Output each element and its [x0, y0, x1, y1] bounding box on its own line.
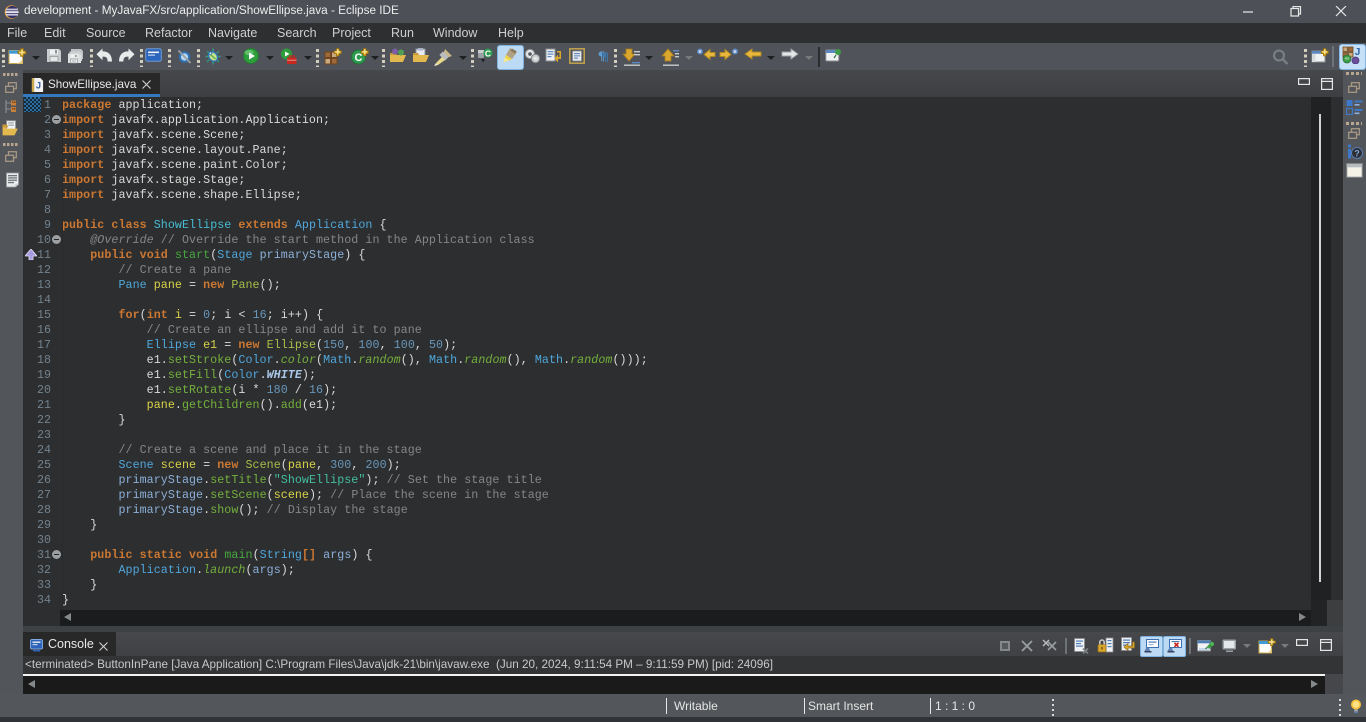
svg-text:¶: ¶ — [602, 49, 609, 62]
svg-text:J: J — [36, 81, 41, 91]
svg-text:J: J — [1355, 47, 1361, 58]
svg-text:C: C — [485, 49, 491, 59]
svg-text:?: ? — [1354, 149, 1360, 159]
